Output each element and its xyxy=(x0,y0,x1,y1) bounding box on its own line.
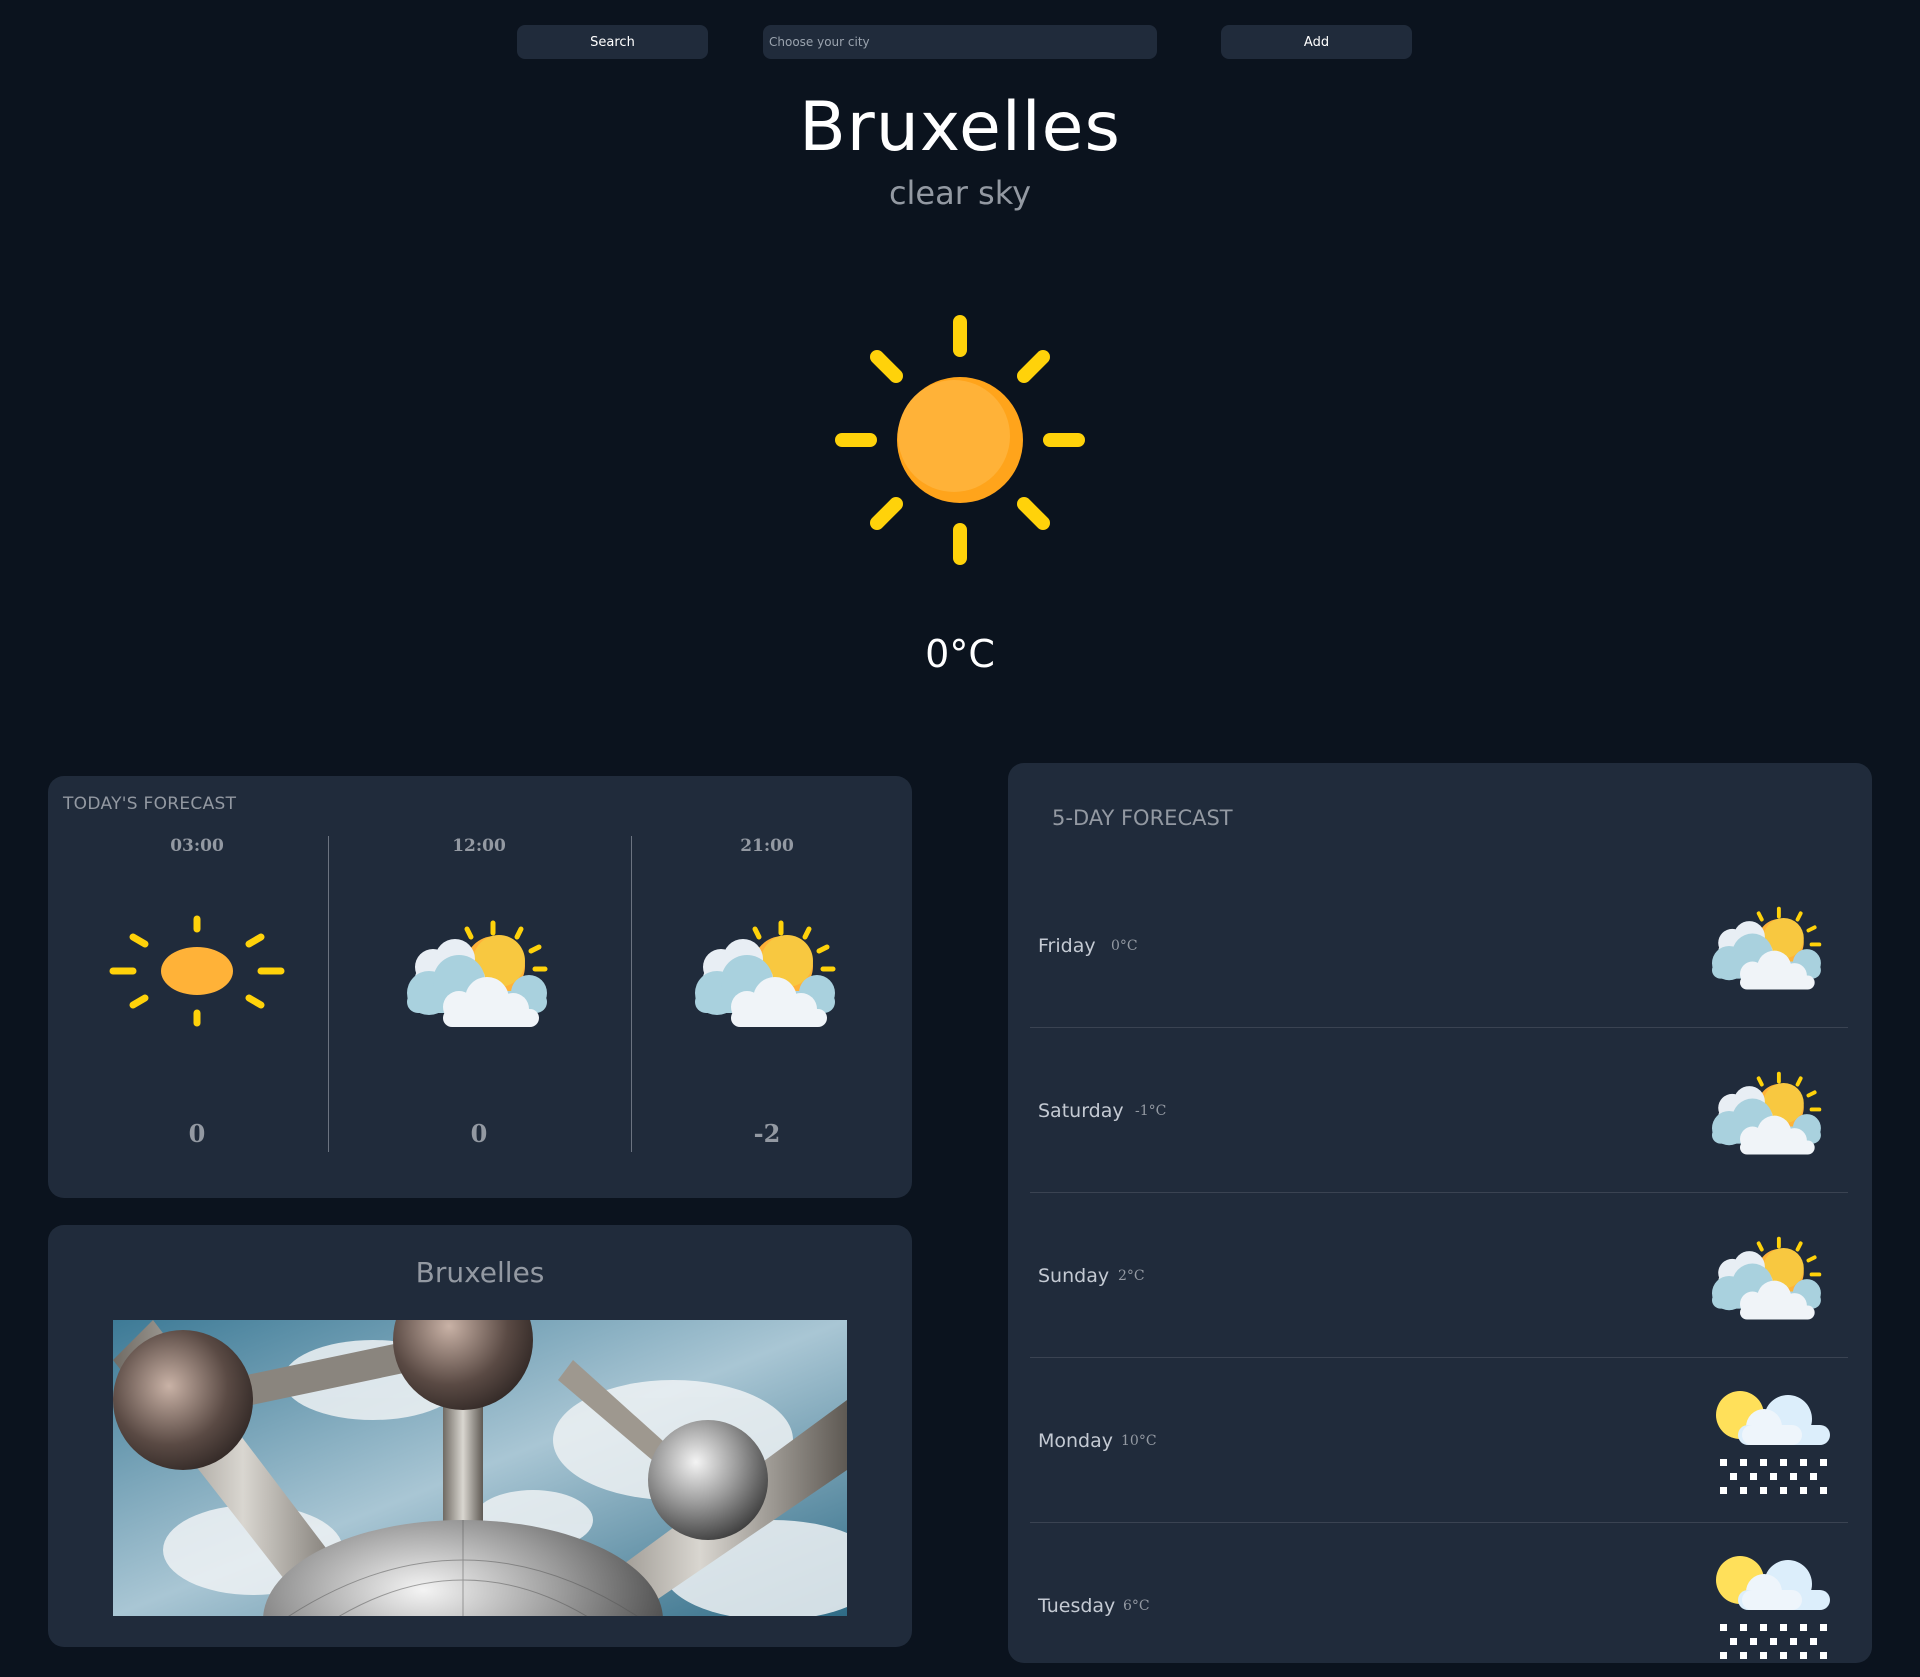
day-temp: 6°C xyxy=(1123,1597,1150,1614)
day-temp: 10°C xyxy=(1121,1432,1157,1449)
sun-icon xyxy=(107,911,287,1031)
partly-cloudy-icon xyxy=(1698,1051,1838,1171)
hour-temp: 0 xyxy=(470,1119,488,1148)
day-name: Monday xyxy=(1038,1429,1114,1452)
add-button[interactable]: Add xyxy=(1221,25,1412,59)
current-temperature: 0°C xyxy=(925,632,995,676)
search-button[interactable]: Search xyxy=(517,25,708,59)
partly-cloudy-icon xyxy=(389,911,569,1031)
atomium-photo xyxy=(113,1320,847,1616)
todays-forecast-card: TODAY'S FORECAST 03:00 0 12:00 0 21:00 -… xyxy=(48,776,912,1198)
hour-forecast-item: 03:00 0 xyxy=(63,836,331,1152)
hour-time: 03:00 xyxy=(170,836,224,856)
day-forecast-row: Friday 0°C xyxy=(1030,863,1848,1028)
city-input[interactable] xyxy=(763,25,1157,59)
hour-forecast-item: 12:00 0 xyxy=(329,836,629,1152)
search-bar: Search Add xyxy=(0,25,1920,60)
hour-temp: -2 xyxy=(753,1119,781,1148)
partly-cloudy-icon xyxy=(1698,1216,1838,1336)
partly-cloudy-icon xyxy=(1698,886,1838,1006)
city-title: Bruxelles xyxy=(799,88,1121,167)
day-forecast-row: Tuesday 6°C xyxy=(1030,1523,1848,1677)
hour-forecast-item: 21:00 -2 xyxy=(632,836,902,1152)
day-forecast-row: Monday 10°C xyxy=(1030,1358,1848,1523)
day-name: Tuesday xyxy=(1038,1594,1116,1617)
day-temp: 0°C xyxy=(1111,937,1138,954)
day-forecast-row: Sunday 2°C xyxy=(1030,1193,1848,1358)
hour-time: 21:00 xyxy=(740,836,794,856)
five-day-forecast-card: 5-DAY FORECAST Friday 0°C Saturday -1°C … xyxy=(1008,763,1872,1663)
weather-description: clear sky xyxy=(888,174,1032,212)
hour-temp: 0 xyxy=(188,1119,206,1148)
photo-city-title: Bruxelles xyxy=(415,1256,545,1289)
partly-cloudy-icon xyxy=(677,911,857,1031)
snow-icon xyxy=(1698,1546,1838,1666)
five-day-forecast-title: 5-DAY FORECAST xyxy=(1052,806,1233,830)
city-photo-card: Bruxelles xyxy=(48,1225,912,1647)
snow-icon xyxy=(1698,1381,1838,1501)
day-name: Sunday xyxy=(1038,1264,1110,1287)
hour-time: 12:00 xyxy=(452,836,506,856)
day-forecast-row: Saturday -1°C xyxy=(1030,1028,1848,1193)
day-name: Saturday xyxy=(1038,1099,1124,1122)
todays-forecast-title: TODAY'S FORECAST xyxy=(63,794,237,814)
day-name: Friday xyxy=(1038,934,1096,957)
day-temp: 2°C xyxy=(1118,1267,1145,1284)
day-temp: -1°C xyxy=(1135,1102,1167,1119)
sun-icon xyxy=(830,310,1090,570)
